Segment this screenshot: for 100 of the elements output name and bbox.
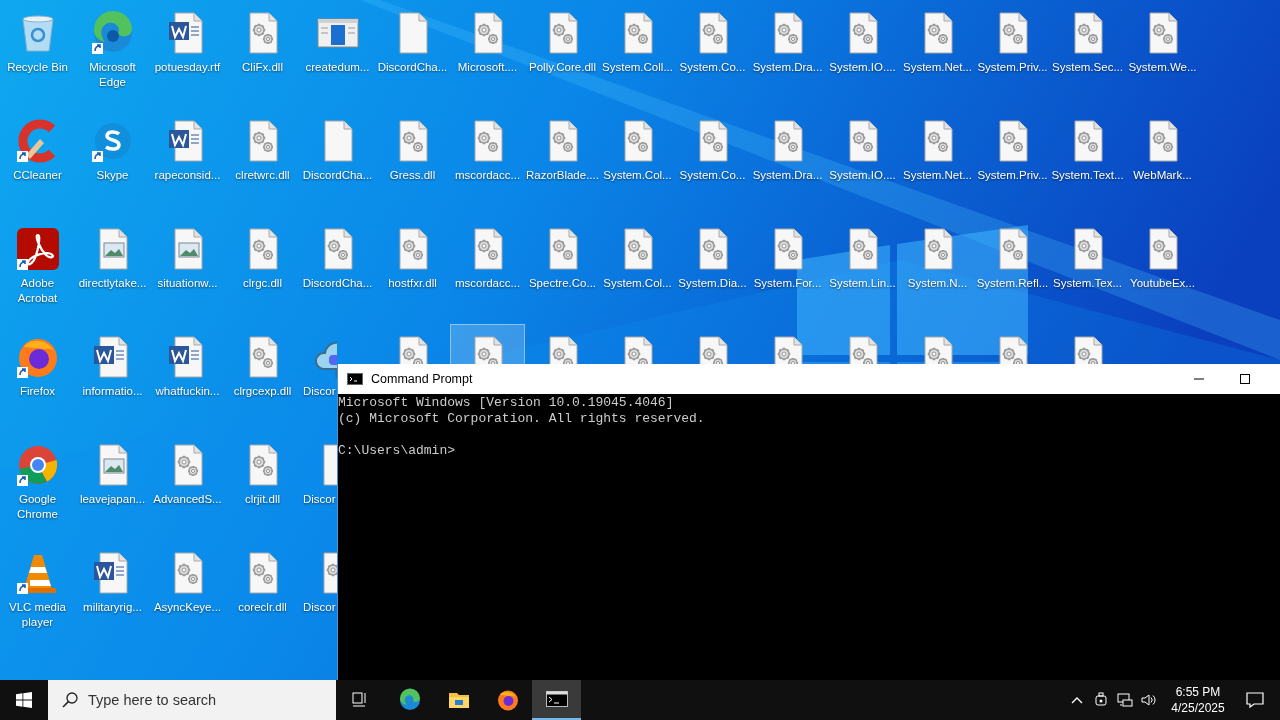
icon-label: clretwrc.dll [234, 168, 291, 183]
clock-date: 4/25/2025 [1171, 700, 1225, 716]
search-field[interactable]: Type here to search [48, 680, 336, 720]
icon-label: Polly.Core.dll [528, 60, 597, 75]
icon-label: mscordacc... [453, 168, 522, 183]
icon-label: DiscordCha... [301, 276, 374, 291]
desktop-icon[interactable]: Polly.Core.dll [525, 0, 600, 104]
desktop-icon[interactable]: YoutubeEx... [1125, 216, 1200, 320]
desktop-icon[interactable]: System.Col... [600, 108, 675, 212]
desktop-icon[interactable]: informatio... [75, 324, 150, 428]
desktop-icon[interactable]: clrgc.dll [225, 216, 300, 320]
desktop-icon[interactable]: System.Sec... [1050, 0, 1125, 104]
desktop-icon[interactable]: Microsoft.... [450, 0, 525, 104]
desktop-icon[interactable]: AsyncKeye... [150, 540, 225, 644]
icon-label: informatio... [81, 384, 144, 399]
icon-label: Discor [302, 384, 336, 399]
desktop-icon[interactable]: militaryrig... [75, 540, 150, 644]
desktop-icon[interactable]: Recycle Bin [0, 0, 75, 104]
desktop-icon[interactable]: clrjit.dll [225, 432, 300, 536]
icon-label: RazorBlade.... [525, 168, 600, 183]
desktop-icon[interactable]: WebMark... [1125, 108, 1200, 212]
desktop-icon[interactable]: Skype [75, 108, 150, 212]
desktop-icon[interactable]: System.Col... [600, 216, 675, 320]
desktop-icon[interactable]: clretwrc.dll [225, 108, 300, 212]
icon-label: System.IO.... [828, 168, 897, 183]
desktop-icon[interactable]: System.Co... [675, 0, 750, 104]
icon-label: Discor [302, 492, 336, 507]
desktop-icon[interactable]: System.For... [750, 216, 825, 320]
desktop-icon[interactable]: System.Priv... [975, 108, 1050, 212]
desktop-icon[interactable]: Microsoft Edge [75, 0, 150, 104]
desktop-icon[interactable]: mscordacc... [450, 108, 525, 212]
desktop-icon[interactable]: directlytake... [75, 216, 150, 320]
desktop-icon[interactable]: Gress.dll [375, 108, 450, 212]
desktop-icon[interactable]: Spectre.Co... [525, 216, 600, 320]
icon-label: AdvancedS... [152, 492, 223, 507]
icon-label: Spectre.Co... [527, 276, 598, 291]
desktop-icon[interactable]: mscordacc... [450, 216, 525, 320]
console-line: Microsoft Windows [Version 10.0.19045.4046] [338, 395, 674, 411]
icon-label: Microsoft Edge [88, 60, 137, 90]
desktop-icon[interactable]: potuesday.rtf [150, 0, 225, 104]
desktop-icon[interactable]: System.Refl... [975, 216, 1050, 320]
desktop-icon[interactable]: DiscordCha... [300, 108, 375, 212]
icon-label: Firefox [18, 384, 57, 399]
desktop-icon[interactable]: System.Tex... [1050, 216, 1125, 320]
icon-label: System.Dia... [677, 276, 748, 291]
desktop-icon[interactable]: Google Chrome [0, 432, 75, 536]
desktop-icon[interactable]: System.Coll... [600, 0, 675, 104]
desktop-icon[interactable]: Adobe Acrobat [0, 216, 75, 320]
icon-label: clrgc.dll [242, 276, 283, 291]
icon-label: DiscordCha... [376, 60, 449, 75]
icon-label: System.Priv... [976, 168, 1049, 183]
icon-label: System.Priv... [976, 60, 1049, 75]
desktop-icon[interactable]: System.IO.... [825, 0, 900, 104]
desktop-icon[interactable]: System.Lin... [825, 216, 900, 320]
icon-label: Gress.dll [388, 168, 437, 183]
icon-label: directlytake... [77, 276, 148, 291]
desktop-icon[interactable]: System.Priv... [975, 0, 1050, 104]
desktop-icon[interactable]: System.Dra... [750, 0, 825, 104]
desktop-icon[interactable]: CliFx.dll [225, 0, 300, 104]
desktop-icon[interactable]: CCleaner [0, 108, 75, 212]
desktop-icon[interactable]: System.Dra... [750, 108, 825, 212]
icon-label: AsyncKeye... [152, 600, 223, 615]
icon-label: CCleaner [12, 168, 63, 183]
desktop-icon[interactable]: RazorBlade.... [525, 108, 600, 212]
icon-label: System.Net... [902, 60, 973, 75]
desktop-icon[interactable]: System.Co... [675, 108, 750, 212]
desktop-icon[interactable]: leavejapan... [75, 432, 150, 536]
icon-label: createdum... [304, 60, 371, 75]
icon-label: System.Col... [602, 276, 673, 291]
desktop-icon[interactable]: System.Dia... [675, 216, 750, 320]
icon-label: Microsoft.... [456, 60, 519, 75]
icon-label: clrgcexp.dll [232, 384, 293, 399]
desktop-icon[interactable]: System.Net... [900, 0, 975, 104]
desktop-icon[interactable]: System.We... [1125, 0, 1200, 104]
console-line: C:\Users\admin> [338, 443, 456, 459]
icon-label: leavejapan... [78, 492, 147, 507]
desktop-icon[interactable]: situationw... [150, 216, 225, 320]
desktop-icon[interactable]: DiscordCha... [300, 216, 375, 320]
desktop-icon[interactable]: hostfxr.dll [375, 216, 450, 320]
icon-label: rapeconsid... [153, 168, 222, 183]
icon-label: Discor [302, 600, 336, 615]
desktop-icon[interactable]: DiscordCha... [375, 0, 450, 104]
desktop-icon[interactable]: System.IO.... [825, 108, 900, 212]
desktop-icon[interactable]: System.N... [900, 216, 975, 320]
icon-label: System.N... [906, 276, 969, 291]
desktop-icon[interactable]: createdum... [300, 0, 375, 104]
desktop-icon[interactable]: clrgcexp.dll [225, 324, 300, 428]
desktop-icon[interactable]: rapeconsid... [150, 108, 225, 212]
icon-label: situationw... [156, 276, 219, 291]
icon-label: coreclr.dll [237, 600, 288, 615]
desktop-icon[interactable]: AdvancedS... [150, 432, 225, 536]
desktop-icon[interactable]: System.Net... [900, 108, 975, 212]
console-line: (c) Microsoft Corporation. All rights reserved. [338, 411, 705, 427]
desktop-icon[interactable]: whatfuckin... [150, 324, 225, 428]
desktop-icon[interactable]: VLC media player [0, 540, 75, 644]
desktop-icon[interactable]: Firefox [0, 324, 75, 428]
desktop-icon[interactable]: System.Text... [1050, 108, 1125, 212]
clock[interactable]: 6:55 PM 4/25/2025 [1161, 680, 1235, 720]
desktop-icon[interactable]: Discor [300, 432, 337, 536]
desktop-icon[interactable]: coreclr.dll [225, 540, 300, 644]
